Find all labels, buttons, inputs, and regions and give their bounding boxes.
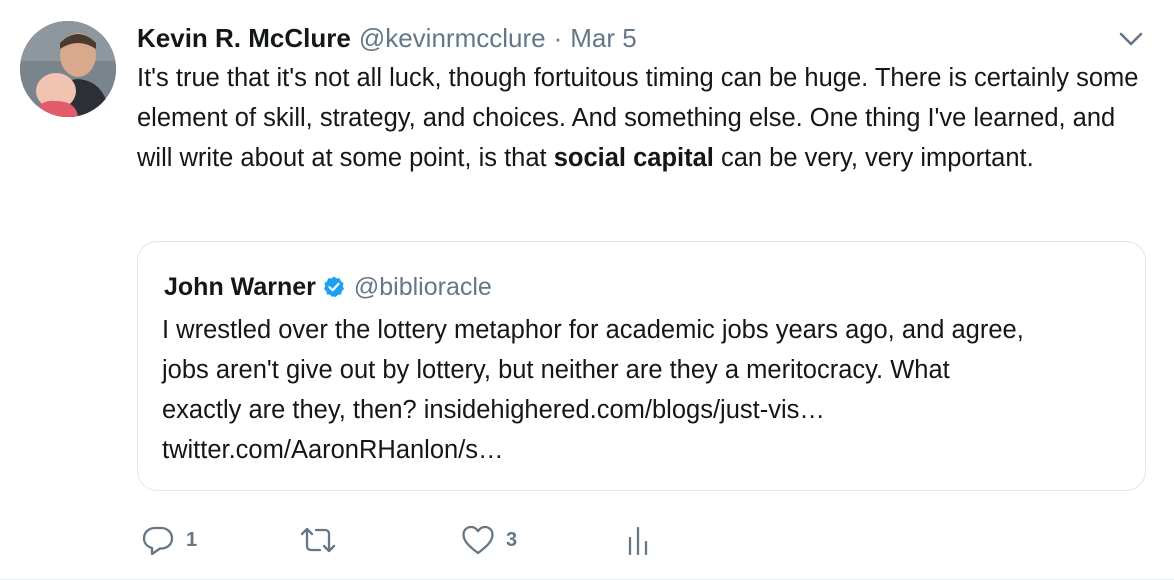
tweet-actions: 1 3 bbox=[140, 520, 740, 560]
tweet-date[interactable]: Mar 5 bbox=[570, 20, 636, 56]
quoted-tweet[interactable]: John Warner @biblioracle I wrestled over… bbox=[137, 241, 1146, 491]
author-avatar[interactable] bbox=[20, 21, 116, 117]
reply-icon bbox=[142, 526, 174, 556]
reply-count: 1 bbox=[186, 528, 198, 551]
header-separator: · bbox=[553, 23, 563, 53]
author-name[interactable]: Kevin R. McClure bbox=[137, 20, 351, 56]
tweet-text-bold: social capital bbox=[553, 144, 714, 172]
tweet-card[interactable]: Kevin R. McClure @kevinrmcclure · Mar 5 … bbox=[0, 0, 1174, 580]
tweet-text: It's true that it's not all luck, though… bbox=[137, 58, 1147, 178]
quoted-text-line: exactly are they, then? insidehighered.c… bbox=[162, 396, 825, 424]
analytics-button[interactable] bbox=[620, 520, 656, 560]
tweet-text-part: can be very, very important. bbox=[713, 144, 1034, 172]
quoted-text-line: twitter.com/AaronRHanlon/s… bbox=[162, 436, 504, 464]
heart-icon bbox=[462, 525, 494, 555]
like-button[interactable]: 3 bbox=[460, 520, 517, 560]
analytics-icon bbox=[628, 526, 648, 556]
verified-badge-icon bbox=[323, 276, 344, 297]
like-count: 3 bbox=[506, 528, 518, 551]
quoted-tweet-header: John Warner @biblioracle bbox=[164, 270, 492, 304]
retweet-button[interactable] bbox=[298, 520, 348, 560]
quoted-text-line: I wrestled over the lottery metaphor for… bbox=[162, 316, 1024, 344]
retweet-icon bbox=[300, 527, 336, 553]
avatar-photo bbox=[20, 21, 116, 117]
quoted-text-line: jobs aren't give out by lottery, but nei… bbox=[162, 356, 950, 384]
quoted-author-name: John Warner bbox=[164, 272, 316, 301]
reply-button[interactable]: 1 bbox=[140, 520, 197, 560]
quoted-tweet-text: I wrestled over the lottery metaphor for… bbox=[162, 310, 1122, 470]
tweet-header: Kevin R. McClure @kevinrmcclure · Mar 5 bbox=[137, 20, 637, 56]
author-handle[interactable]: @kevinrmcclure bbox=[359, 20, 546, 56]
quoted-author-handle: @biblioracle bbox=[353, 272, 492, 301]
chevron-down-icon[interactable] bbox=[1116, 26, 1146, 52]
